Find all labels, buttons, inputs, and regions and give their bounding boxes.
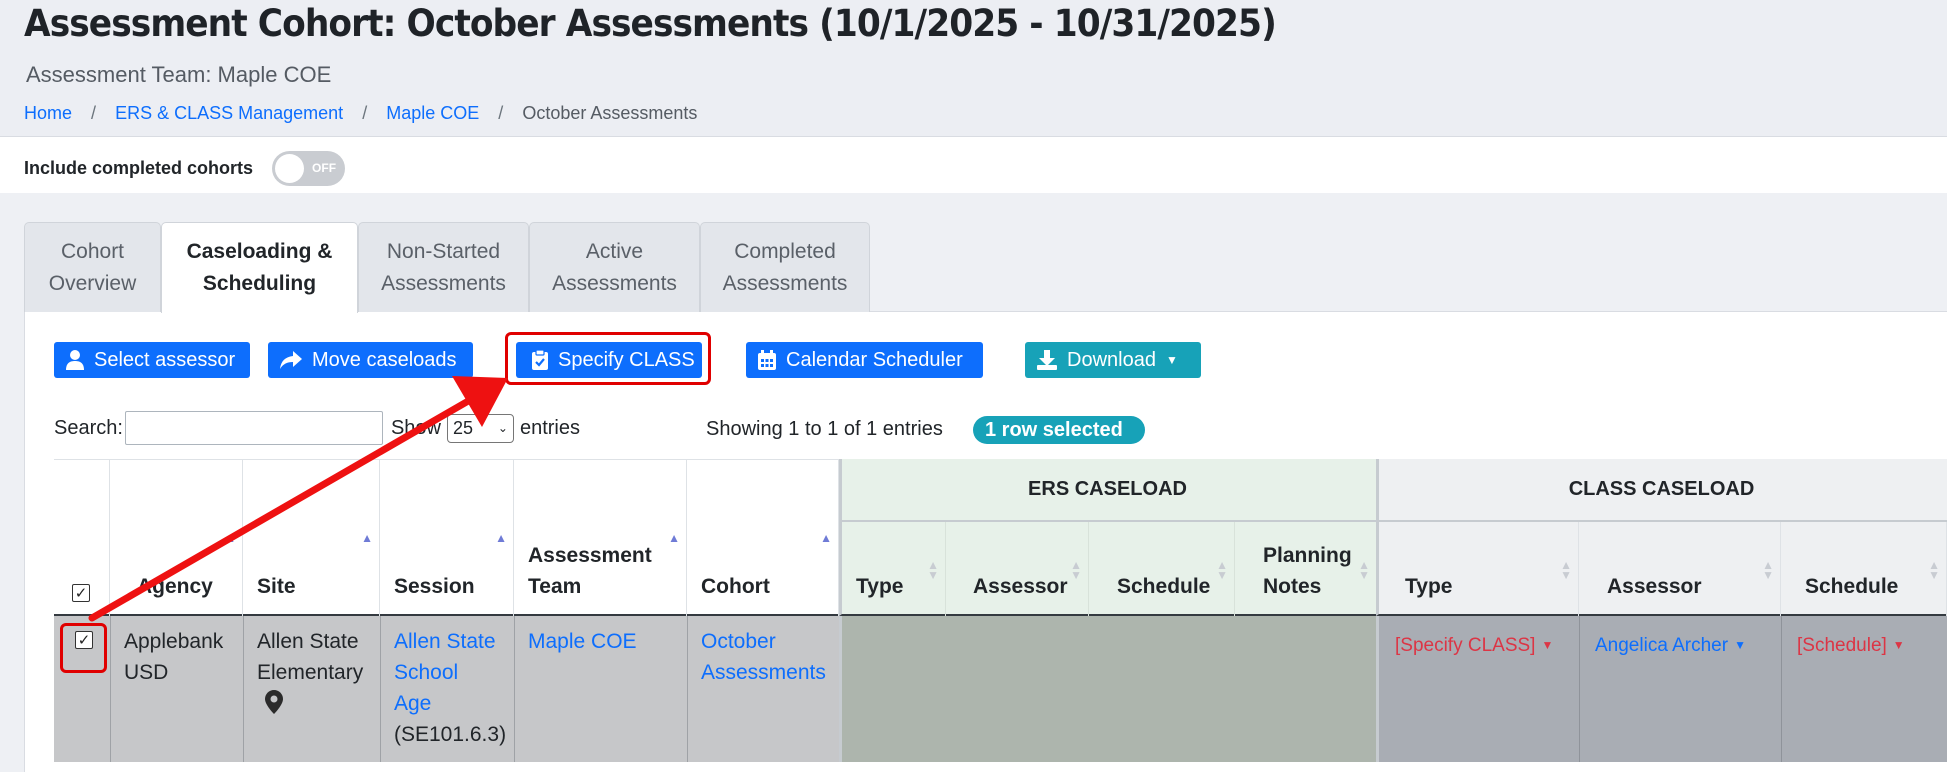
- annotation-arrow: [88, 376, 508, 622]
- annotation-arrow-shaft: [88, 396, 474, 622]
